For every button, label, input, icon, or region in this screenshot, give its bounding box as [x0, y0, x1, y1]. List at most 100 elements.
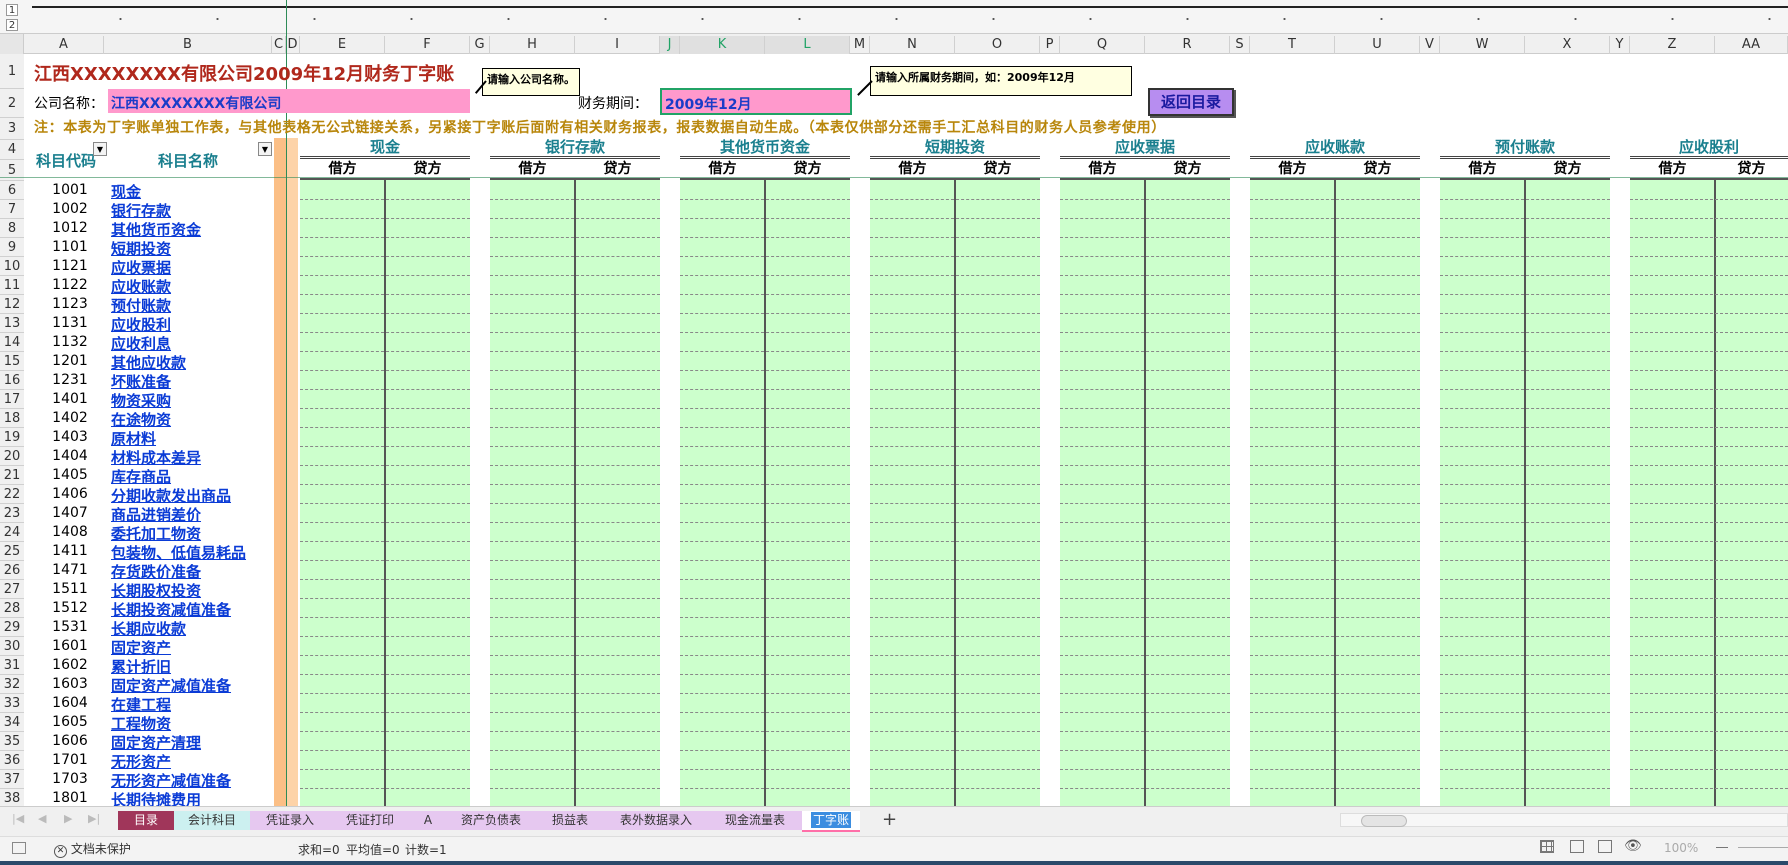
row-header-7[interactable]: 7: [0, 200, 24, 219]
account-code[interactable]: 1701: [28, 752, 112, 768]
outline-level-1[interactable]: 1: [6, 4, 18, 16]
row-header-25[interactable]: 25: [0, 542, 24, 561]
row-header-4[interactable]: 4: [0, 140, 24, 160]
protection-status[interactable]: ✕ 文档未保护: [54, 840, 131, 858]
row-header-13[interactable]: 13: [0, 314, 24, 333]
horizontal-scrollbar[interactable]: [1340, 813, 1788, 827]
filter-button-name[interactable]: ▼: [258, 142, 272, 156]
account-code[interactable]: 1511: [28, 581, 112, 597]
account-code[interactable]: 1121: [28, 258, 112, 274]
back-to-index-button[interactable]: 返回目录: [1148, 88, 1234, 116]
account-code[interactable]: 1231: [28, 372, 112, 388]
outline-level-2[interactable]: 2: [6, 19, 18, 31]
account-code[interactable]: 1601: [28, 638, 112, 654]
account-code[interactable]: 1001: [28, 182, 112, 198]
account-code[interactable]: 1401: [28, 391, 112, 407]
sheet-tab-10[interactable]: 丁字账: [802, 811, 860, 832]
scroll-thumb[interactable]: [1361, 815, 1407, 827]
account-code[interactable]: 1605: [28, 714, 112, 730]
account-code[interactable]: 1201: [28, 353, 112, 369]
account-name-link[interactable]: 固定资产减值准备: [111, 675, 231, 696]
account-code[interactable]: 1703: [28, 771, 112, 787]
column-header-aa[interactable]: AA: [1715, 36, 1788, 54]
column-header-p[interactable]: P: [1040, 36, 1060, 54]
column-header-d[interactable]: D: [286, 36, 300, 54]
row-header-8[interactable]: 8: [0, 219, 24, 238]
column-header-t[interactable]: T: [1250, 36, 1335, 54]
sheet-tab-9[interactable]: 现金流量表: [708, 811, 802, 830]
row-header-23[interactable]: 23: [0, 504, 24, 523]
zoom-minus[interactable]: [1716, 847, 1728, 848]
tab-nav-last[interactable]: ▶|: [88, 812, 100, 825]
account-name-link[interactable]: 工程物资: [111, 713, 171, 734]
account-code[interactable]: 1122: [28, 277, 112, 293]
normal-view-icon[interactable]: [1540, 840, 1554, 853]
row-header-21[interactable]: 21: [0, 466, 24, 485]
account-code[interactable]: 1471: [28, 562, 112, 578]
zoom-level[interactable]: 100%: [1664, 841, 1698, 855]
account-code[interactable]: 1406: [28, 486, 112, 502]
row-header-35[interactable]: 35: [0, 732, 24, 751]
column-header-u[interactable]: U: [1335, 36, 1420, 54]
period-input[interactable]: 2009年12月: [660, 88, 852, 115]
account-code[interactable]: 1801: [28, 790, 112, 806]
account-code[interactable]: 1606: [28, 733, 112, 749]
page-layout-icon[interactable]: [1570, 840, 1584, 853]
column-header-j[interactable]: J: [660, 36, 680, 54]
account-code[interactable]: 1602: [28, 657, 112, 673]
account-code[interactable]: 1404: [28, 448, 112, 464]
account-name-link[interactable]: 分期收款发出商品: [111, 485, 231, 506]
column-header-v[interactable]: V: [1420, 36, 1440, 54]
account-name-link[interactable]: 在途物资: [111, 409, 171, 430]
row-header-20[interactable]: 20: [0, 447, 24, 466]
column-header-b[interactable]: B: [104, 36, 272, 54]
row-header-24[interactable]: 24: [0, 523, 24, 542]
row-header-14[interactable]: 14: [0, 333, 24, 352]
account-code[interactable]: 1403: [28, 429, 112, 445]
column-header-z[interactable]: Z: [1630, 36, 1715, 54]
account-name-link[interactable]: 坏账准备: [111, 371, 171, 392]
zoom-slider[interactable]: [1738, 847, 1788, 848]
row-header-36[interactable]: 36: [0, 751, 24, 770]
account-name-link[interactable]: 包装物、低值易耗品: [111, 542, 246, 563]
column-header-i[interactable]: I: [575, 36, 660, 54]
account-code[interactable]: 1407: [28, 505, 112, 521]
account-name-link[interactable]: 原材料: [111, 428, 156, 449]
row-header-33[interactable]: 33: [0, 694, 24, 713]
row-header-22[interactable]: 22: [0, 485, 24, 504]
row-header-11[interactable]: 11: [0, 276, 24, 295]
reading-mode-icon[interactable]: 👁: [1624, 838, 1642, 854]
account-name-link[interactable]: 其他货币资金: [111, 219, 201, 240]
column-header-e[interactable]: E: [300, 36, 385, 54]
sheet-tab-6[interactable]: 资产负债表: [446, 811, 536, 830]
column-header-y[interactable]: Y: [1610, 36, 1630, 54]
account-name-link[interactable]: 在建工程: [111, 694, 171, 715]
account-name-link[interactable]: 物资采购: [111, 390, 171, 411]
column-header-r[interactable]: R: [1145, 36, 1230, 54]
account-code[interactable]: 1131: [28, 315, 112, 331]
account-name-link[interactable]: 固定资产: [111, 637, 171, 658]
account-name-link[interactable]: 应收股利: [111, 314, 171, 335]
column-header-w[interactable]: W: [1440, 36, 1525, 54]
sheet-tab-4[interactable]: 凭证打印: [330, 811, 410, 830]
tab-nav-first[interactable]: |◀: [12, 812, 24, 825]
account-code[interactable]: 1101: [28, 239, 112, 255]
column-header-l[interactable]: L: [765, 36, 850, 54]
column-header-x[interactable]: X: [1525, 36, 1610, 54]
row-header-10[interactable]: 10: [0, 257, 24, 276]
account-name-link[interactable]: 预付账款: [111, 295, 171, 316]
row-header-30[interactable]: 30: [0, 637, 24, 656]
account-name-link[interactable]: 现金: [111, 181, 141, 202]
column-header-f[interactable]: F: [385, 36, 470, 54]
filter-button-code[interactable]: ▼: [93, 142, 107, 156]
select-all-corner[interactable]: [0, 34, 24, 54]
account-name-link[interactable]: 材料成本差异: [111, 447, 201, 468]
column-header-c[interactable]: C: [272, 36, 286, 54]
row-header-16[interactable]: 16: [0, 371, 24, 390]
account-code[interactable]: 1411: [28, 543, 112, 559]
sheet-tab-3[interactable]: 凭证录入: [250, 811, 330, 830]
account-name-link[interactable]: 银行存款: [111, 200, 171, 221]
row-header-9[interactable]: 9: [0, 238, 24, 257]
row-header-19[interactable]: 19: [0, 428, 24, 447]
account-name-link[interactable]: 存货跌价准备: [111, 561, 201, 582]
